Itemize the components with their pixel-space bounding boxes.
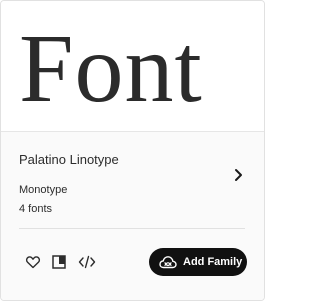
font-info-panel: Palatino Linotype Monotype 4 fonts Add F… [1,131,264,300]
divider [19,228,245,229]
copy-sample-icon[interactable] [50,253,68,271]
code-icon[interactable] [78,253,96,271]
chevron-right-icon[interactable] [228,165,248,185]
font-count: 4 fonts [19,203,53,215]
font-family-card[interactable]: Font Palatino Linotype Monotype 4 fonts [0,0,265,301]
add-family-label: Add Family [183,256,243,268]
foundry-name[interactable]: Monotype [19,184,67,196]
creative-cloud-icon [159,253,177,271]
font-preview[interactable]: Font [1,1,264,130]
add-family-button[interactable]: Add Family [149,248,247,276]
font-family-name[interactable]: Palatino Linotype [19,152,119,167]
font-preview-text: Font [19,15,203,123]
heart-icon[interactable] [24,253,42,271]
